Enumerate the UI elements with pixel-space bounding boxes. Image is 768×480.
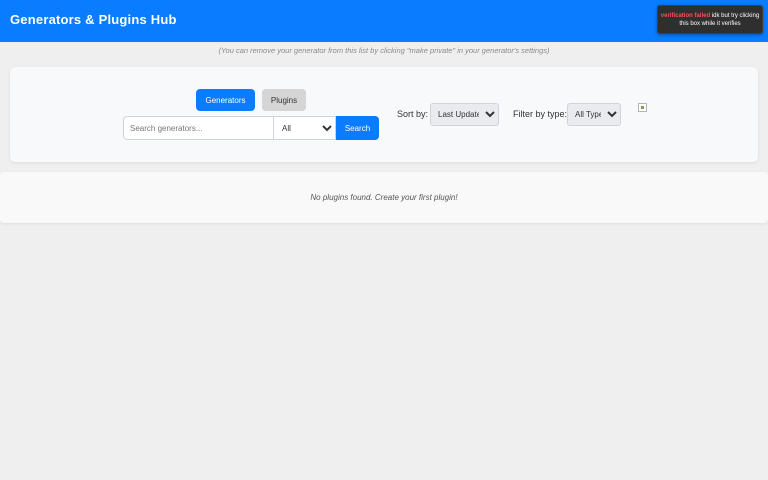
privacy-note: (You can remove your generator from this… xyxy=(218,46,550,55)
search-button[interactable]: Search xyxy=(336,116,379,140)
tab-generators[interactable]: Generators xyxy=(196,89,255,111)
filter-label: Filter by type: xyxy=(513,109,568,119)
empty-results-message: No plugins found. Create your first plug… xyxy=(310,193,458,202)
search-scope-select[interactable]: All xyxy=(273,116,336,140)
verification-status: verification failed xyxy=(660,13,711,19)
app-title: Generators & Plugins Hub xyxy=(10,12,177,27)
top-bar: Generators & Plugins Hub verification fa… xyxy=(0,0,768,42)
sort-select[interactable]: Last Updated xyxy=(430,103,499,126)
results-panel: No plugins found. Create your first plug… xyxy=(0,172,768,223)
verification-widget[interactable]: verification failed idk but try clicking… xyxy=(657,5,763,34)
search-input[interactable] xyxy=(123,116,274,140)
broken-image-icon xyxy=(638,103,647,112)
sort-label: Sort by: xyxy=(397,109,429,119)
tab-plugins[interactable]: Plugins xyxy=(262,89,306,111)
controls-panel: Generators Plugins All Search Sort by: L… xyxy=(10,67,758,162)
filter-type-select[interactable]: All Types xyxy=(567,103,621,126)
